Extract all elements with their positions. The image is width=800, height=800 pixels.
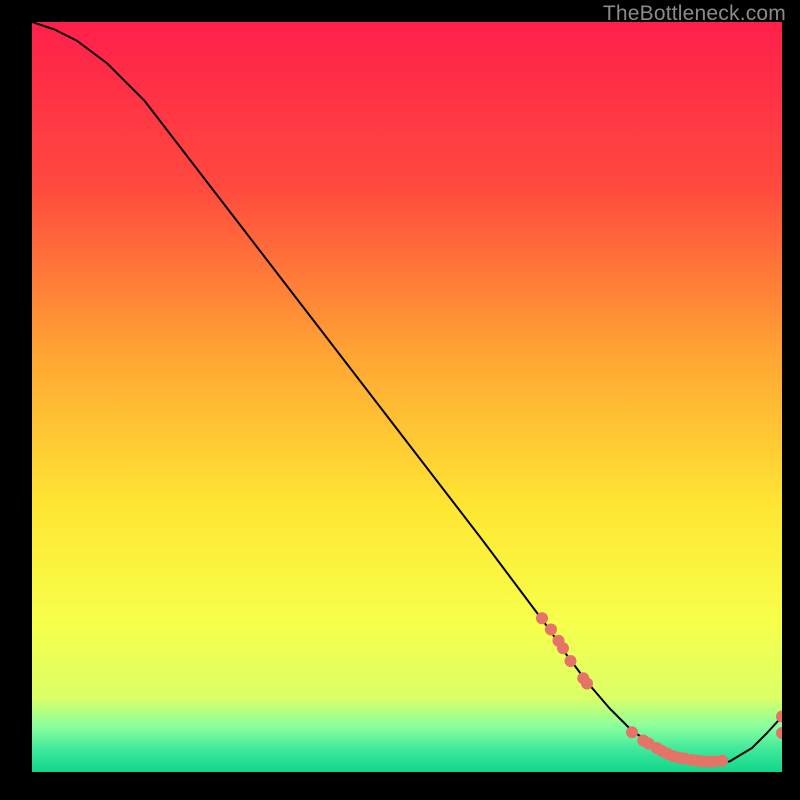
chart-svg [32,22,782,772]
data-point [716,755,728,767]
chart-frame: TheBottleneck.com [0,0,800,800]
data-point [536,612,548,624]
data-point [565,655,577,667]
plot-area [32,22,782,772]
data-point [581,678,593,690]
gradient-background [32,22,782,772]
data-point [545,624,557,636]
data-point [626,726,638,738]
data-point [557,642,569,654]
